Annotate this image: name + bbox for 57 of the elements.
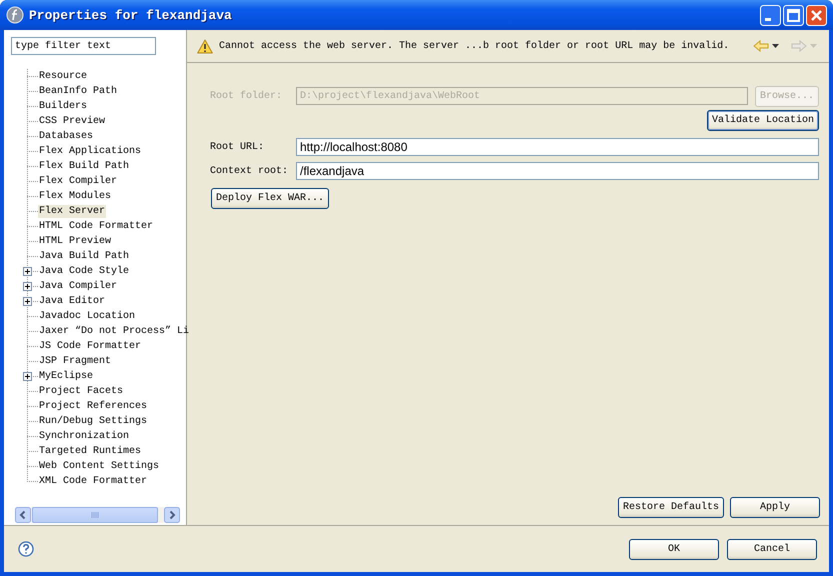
- window-title: Properties for flexandjava: [29, 8, 233, 22]
- tree-item[interactable]: Project Facets: [38, 385, 124, 398]
- tree-item[interactable]: Flex Modules: [38, 190, 112, 203]
- tree-item[interactable]: Targeted Runtimes: [38, 445, 142, 458]
- app-icon: [6, 6, 24, 24]
- tree-item[interactable]: Java Code Style: [38, 265, 130, 278]
- deploy-button[interactable]: Deploy Flex WAR...: [211, 188, 330, 209]
- help-icon[interactable]: [18, 541, 34, 557]
- field-label: Context root:: [210, 166, 290, 176]
- text-field[interactable]: http://localhost:8080: [296, 138, 819, 156]
- scroll-left-button[interactable]: [15, 507, 31, 523]
- tree-item[interactable]: Java Editor: [38, 295, 106, 308]
- tree-item[interactable]: Jaxer “Do not Process” Li: [38, 325, 190, 338]
- tree-item[interactable]: Java Build Path: [38, 250, 130, 263]
- dropdown-caret-icon[interactable]: [772, 44, 779, 48]
- tree-item[interactable]: Flex Build Path: [38, 160, 130, 173]
- validate-button[interactable]: Validate Location: [706, 110, 819, 131]
- tree-item[interactable]: MyEclipse: [38, 370, 94, 383]
- scroll-right-button[interactable]: [164, 507, 180, 523]
- tree-item[interactable]: Databases: [38, 130, 94, 143]
- grip-icon: [91, 512, 99, 518]
- maximize-button[interactable]: [783, 4, 804, 26]
- scrollbar-thumb[interactable]: [32, 507, 158, 523]
- tree-item[interactable]: Project References: [38, 400, 148, 413]
- tree-item[interactable]: JSP Fragment: [38, 355, 112, 368]
- close-button[interactable]: [806, 4, 827, 26]
- warning-message: Cannot access the web server. The server ...b root folder or root URL may be invalid.: [219, 40, 730, 52]
- field-label: Root folder:: [210, 90, 284, 102]
- tree-item[interactable]: Resource: [38, 70, 88, 83]
- tree-item[interactable]: HTML Preview: [38, 235, 112, 248]
- dialog-button[interactable]: Cancel: [727, 538, 817, 560]
- filter-field[interactable]: type filter text: [11, 37, 156, 55]
- tree-item[interactable]: Java Compiler: [38, 280, 118, 293]
- tree-item[interactable]: CSS Preview: [38, 115, 106, 128]
- expand-icon[interactable]: [23, 372, 32, 381]
- expand-icon[interactable]: [23, 297, 32, 306]
- minimize-button[interactable]: [760, 4, 781, 26]
- tree-item[interactable]: Synchronization: [38, 430, 130, 443]
- text-field[interactable]: /flexandjava: [296, 162, 819, 180]
- tree-item[interactable]: Flex Compiler: [38, 175, 118, 188]
- dialog-button[interactable]: OK: [629, 538, 719, 560]
- tree-item[interactable]: HTML Code Formatter: [38, 220, 154, 233]
- tree-item[interactable]: Flex Server: [38, 205, 106, 218]
- tree-item[interactable]: XML Code Formatter: [38, 475, 148, 488]
- field-label: Root URL:: [210, 142, 266, 152]
- tree-item[interactable]: Javadoc Location: [38, 310, 136, 323]
- expand-icon[interactable]: [23, 282, 32, 291]
- tree-item[interactable]: BeanInfo Path: [38, 85, 118, 98]
- tree-item[interactable]: Flex Applications: [38, 145, 142, 158]
- tree-item[interactable]: Run/Debug Settings: [38, 415, 148, 428]
- tree-item[interactable]: Builders: [38, 100, 88, 113]
- expand-icon[interactable]: [23, 267, 32, 276]
- tree-item[interactable]: JS Code Formatter: [38, 340, 142, 353]
- page-button[interactable]: Apply: [730, 497, 820, 518]
- page-button[interactable]: Restore Defaults: [618, 497, 724, 518]
- warning-icon: [197, 38, 213, 54]
- tree-item[interactable]: Web Content Settings: [38, 460, 160, 473]
